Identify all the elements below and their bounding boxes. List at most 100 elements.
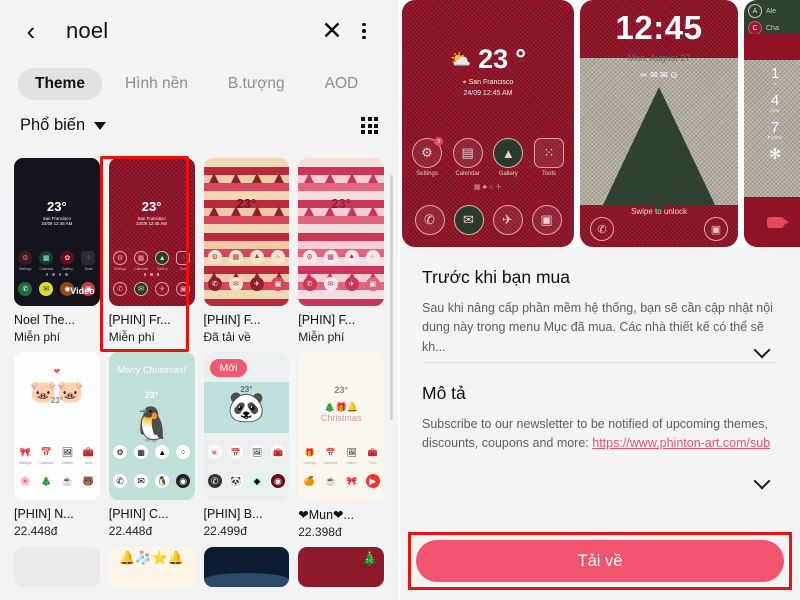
- search-header: ‹ noel ✕: [0, 0, 398, 62]
- christmas-tree-graphic: [603, 87, 715, 205]
- camera-icon[interactable]: ▣: [531, 205, 562, 235]
- video-call-icon[interactable]: [766, 216, 789, 228]
- grid-view-icon[interactable]: [361, 117, 378, 134]
- close-icon[interactable]: ✕: [316, 15, 348, 47]
- download-button[interactable]: Tải về: [416, 540, 784, 582]
- thumb-app-label: Settings: [113, 266, 127, 271]
- chevron-down-icon[interactable]: [754, 342, 770, 358]
- theme-price: 22.499đ: [203, 524, 247, 538]
- thumb-app-label: Tools: [368, 460, 377, 465]
- theme-thumbnail: [14, 547, 100, 587]
- theme-title: ❤Mun❤...: [298, 508, 354, 522]
- theme-thumbnail: 23° San Francisco 24/09 12:45 AM ⚙ Settin…: [14, 158, 100, 306]
- video-label: Video: [70, 285, 95, 296]
- section-body: Subscribe to our newsletter to be notifi…: [422, 415, 778, 454]
- browser-icon[interactable]: ✈: [492, 205, 523, 235]
- thumb-app-label: Calendar: [134, 266, 148, 271]
- download-button-highlight: Tải về: [408, 532, 792, 590]
- theme-title: [PHIN] F...: [203, 313, 261, 327]
- scrollbar[interactable]: [390, 175, 393, 420]
- phone-icon[interactable]: ✆: [414, 205, 445, 235]
- theme-grid: 23° San Francisco 24/09 12:45 AM ⚙ Settin…: [0, 158, 398, 600]
- message-icon[interactable]: ✉: [453, 205, 484, 235]
- lock-date: Mon, August 27: [627, 53, 691, 63]
- theme-thumbnail: 23° San Francisco 24/09 12:45 AM ⚙ Settin…: [108, 158, 195, 306]
- search-input[interactable]: noel: [66, 18, 316, 44]
- theme-title: [PHIN] B...: [203, 507, 263, 521]
- app-tools[interactable]: ⁙ Tools: [532, 138, 566, 177]
- swipe-hint: Swipe to unlock: [630, 207, 688, 216]
- theme-card[interactable]: 23° ⚙ ▦ ▲ ⁘ ✆ ✉ ✈ ▣ [PHIN] F... Đã tải v…: [203, 158, 290, 344]
- preview-home-screen[interactable]: ⛅ 23 ° ⌖ San Francisco 24/09 12:45 AM ⚙ …: [402, 0, 574, 247]
- thumb-app-label: Gallery: [62, 266, 73, 271]
- tab-theme[interactable]: Theme: [18, 68, 102, 100]
- preview-dialer-screen[interactable]: A Ale C Cha 1 ∞ 4 GHI 7 PQRS ✻: [744, 0, 800, 247]
- theme-card[interactable]: 23° San Francisco 24/09 12:45 AM ⚙ Settin…: [14, 158, 100, 344]
- thumb-datetime: 24/09 12:45 AM: [41, 220, 73, 226]
- sort-dropdown[interactable]: Phổ biến: [20, 116, 107, 135]
- thumb-app-label: Gallery: [62, 460, 73, 465]
- thumb-temp: 23°: [144, 390, 159, 401]
- chevron-down-icon[interactable]: [754, 473, 770, 489]
- section-title: Trước khi bạn mua: [422, 267, 571, 287]
- theme-detail-panel: ⛅ 23 ° ⌖ San Francisco 24/09 12:45 AM ⚙ …: [400, 0, 800, 600]
- theme-card[interactable]: 23° 🎄🎁🔔 Christmas 🎁 Settings 📅 Calendar 🖼 Ga…: [298, 352, 384, 539]
- thumb-temp: 23°: [236, 196, 257, 212]
- thumb-temp: 23°: [50, 396, 63, 406]
- thumb-app-label: Calendar: [323, 460, 338, 465]
- newsletter-link[interactable]: https://www.phinton-art.com/sub: [592, 436, 770, 450]
- notification-badge: 3: [434, 137, 443, 146]
- before-purchase-section: Trước khi bạn mua Sau khi nâng cấp phần …: [400, 247, 800, 362]
- tab-wallpaper[interactable]: Hình nền: [108, 68, 205, 100]
- theme-title: Noel The...: [14, 313, 75, 327]
- thumb-app-label: Gallery: [156, 266, 168, 271]
- theme-card[interactable]: 🎄: [298, 547, 384, 587]
- gear-icon: ⚙ 3: [412, 137, 443, 168]
- theme-thumbnail: Merry Christmas! 23° 🐧 ⚙ ▦ ▲ ⁘ ✆ ✉ 🐧 ◉: [108, 352, 195, 500]
- new-badge: Mới: [209, 359, 248, 377]
- theme-price: 22.398đ: [298, 525, 342, 539]
- theme-card[interactable]: 🔔🧦⭐🔔: [108, 547, 195, 587]
- preview-lock-screen[interactable]: 12:45 Mon, August 27 ✂ ✉ ✉ ⊙ Swipe to un…: [580, 0, 738, 247]
- preview-carousel[interactable]: ⛅ 23 ° ⌖ San Francisco 24/09 12:45 AM ⚙ …: [400, 0, 800, 247]
- dial-key[interactable]: 1 ∞: [744, 66, 800, 86]
- key-sub: PQRS: [767, 135, 783, 140]
- key-number: ✻: [768, 146, 782, 163]
- tab-aod[interactable]: AOD: [308, 68, 376, 100]
- lock-notification-icons: ✂ ✉ ✉ ⊙: [640, 70, 678, 80]
- thumb-temp: 23°: [141, 199, 162, 215]
- theme-thumbnail: 23° ⚙ ▦ ▲ ⁘ ✆ ✉ ✈ ▣: [298, 158, 384, 306]
- sun-cloud-icon: ⛅: [449, 49, 472, 69]
- app-settings[interactable]: ⚙ 3 Settings: [410, 137, 444, 177]
- back-arrow-icon[interactable]: ‹: [18, 18, 44, 44]
- contact-name: Cha: [766, 24, 779, 32]
- thumb-datetime: 24/09 12:45 AM: [136, 220, 167, 226]
- key-number: 7: [770, 119, 780, 136]
- theme-card[interactable]: Merry Christmas! 23° 🐧 ⚙ ▦ ▲ ⁘ ✆ ✉ 🐧 ◉ […: [108, 352, 195, 539]
- app-gallery[interactable]: ▲ Gallery: [491, 138, 525, 177]
- app-calendar[interactable]: ▤ Calendar: [451, 138, 485, 177]
- location-pin-icon: ⌖: [462, 79, 467, 86]
- theme-card[interactable]: [14, 547, 100, 587]
- image-icon: ▲: [493, 138, 524, 168]
- dial-key[interactable]: 7 PQRS: [744, 120, 800, 140]
- dial-key[interactable]: ✻: [744, 147, 800, 162]
- theme-card-selected[interactable]: 23° San Francisco 24/09 12:45 AM ⚙ Settin…: [108, 158, 195, 344]
- thumb-app-label: Calendar: [39, 266, 54, 271]
- theme-card[interactable]: 🐷🐷 ❤ 23° 🎀 Settings 📅 Calendar 🖼 Gallery 🧰 T…: [14, 352, 100, 539]
- theme-card[interactable]: Mới 🐼 23° 🍬 📅 🖼 🧰 ✆ 🐼 ◆ ◉ [PHIN] B... 22…: [203, 352, 290, 539]
- dial-key[interactable]: 4 GHI: [744, 93, 800, 113]
- tab-icons[interactable]: B.tượng: [211, 68, 302, 100]
- theme-title: [PHIN] F...: [298, 313, 356, 327]
- phone-icon[interactable]: ✆: [590, 217, 614, 241]
- theme-card[interactable]: [203, 547, 290, 587]
- key-number: 4: [770, 92, 780, 109]
- thumb-app-label: Tools: [179, 266, 188, 271]
- more-options-icon[interactable]: [348, 15, 380, 47]
- contact-row: A Ale: [748, 4, 800, 18]
- theme-card[interactable]: 23° ⚙ ▦ ▲ ⁘ ✆ ✉ ✈ ▣ [PHIN] F... Miễn phí: [298, 158, 384, 344]
- camera-icon[interactable]: ▣: [704, 217, 728, 241]
- theme-price: Miễn phí: [14, 330, 61, 344]
- degree-symbol: °: [515, 44, 527, 74]
- page-indicator: ▦ ♣ ○ ＋: [473, 184, 503, 191]
